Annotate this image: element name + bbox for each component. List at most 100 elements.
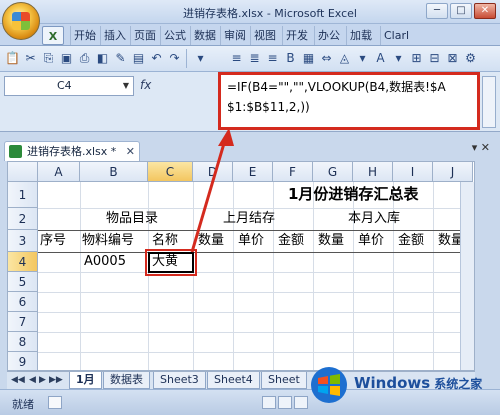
bold-icon[interactable]: B	[282, 50, 299, 67]
prev-sheet-icon[interactable]: ◀	[29, 375, 36, 385]
row-header-4[interactable]: 4	[8, 252, 38, 272]
formula-input[interactable]: =IF(B4="","",VLOOKUP(B4,数据表!$A$1:$B$11,2…	[218, 72, 480, 130]
sheet-tab-sheet4[interactable]: Sheet4	[207, 372, 260, 389]
name-box[interactable]: C4 ▼	[4, 76, 134, 96]
close-button[interactable]: ✕	[474, 3, 496, 19]
gridline	[38, 292, 474, 293]
col-header-g[interactable]: G	[313, 162, 353, 182]
macro-record-icon[interactable]	[48, 396, 62, 409]
toolbar: 📋 ✂ ⎘ ▣ ⎙ ◧ ✎ ▤ ↶ ↷ ▾ ≡ ≣ ≡ B ▦ ⇔ ◬ ▾ A …	[0, 46, 500, 72]
first-sheet-icon[interactable]: ◀◀	[11, 375, 25, 385]
col-header-h[interactable]: H	[353, 162, 393, 182]
cell-e3: 单价	[238, 233, 265, 248]
tab-page[interactable]: 页面	[130, 26, 159, 45]
row-header-7[interactable]: 7	[8, 312, 38, 332]
format-painter-icon[interactable]: ✎	[112, 50, 129, 67]
row-header-9[interactable]: 9	[8, 352, 38, 370]
merge-icon[interactable]: ⇔	[318, 50, 335, 67]
gridline	[433, 182, 434, 370]
align-center-icon[interactable]: ≣	[246, 50, 263, 67]
tab-view[interactable]: 视图	[250, 26, 279, 45]
col-header-j[interactable]: J	[433, 162, 473, 182]
tab-developer[interactable]: 开发	[282, 26, 311, 45]
settings-icon[interactable]: ⚙	[462, 50, 479, 67]
select-all-corner[interactable]	[8, 162, 38, 182]
sheet-tab-data[interactable]: 数据表	[103, 372, 150, 389]
fx-icon[interactable]: fx	[140, 78, 151, 92]
sheet-tab-sheet3[interactable]: Sheet3	[153, 372, 206, 389]
tab-office[interactable]: 办公	[314, 26, 343, 45]
tab-addins[interactable]: 加载	[346, 26, 375, 45]
excel-icon[interactable]: X	[42, 26, 64, 45]
formula-text: =IF(B4="","",VLOOKUP(B4,数据表!$A$1:$B$11,2…	[227, 80, 446, 114]
col-header-i[interactable]: I	[393, 162, 433, 182]
dropdown-icon[interactable]: ▾	[354, 50, 371, 67]
minimize-button[interactable]: ─	[426, 3, 448, 19]
gridline	[313, 182, 314, 370]
cell-c3: 名称	[152, 233, 179, 248]
spreadsheet-grid[interactable]: A B C D E F G H I J 1 2 3 4 5 6 7 8 9 1月…	[7, 161, 475, 371]
office-button[interactable]	[2, 2, 40, 40]
row-header-1[interactable]: 1	[8, 182, 38, 208]
cell-h3: 单价	[358, 233, 385, 248]
row-header-8[interactable]: 8	[8, 332, 38, 352]
page-layout-icon[interactable]	[278, 396, 292, 409]
tab-formulas[interactable]: 公式	[160, 26, 189, 45]
insert-icon[interactable]: ⊟	[426, 50, 443, 67]
border-icon[interactable]: ▦	[300, 50, 317, 67]
print-icon[interactable]: ⎙	[76, 50, 93, 67]
windows-watermark: Windows 系统之家	[298, 360, 498, 410]
preview-icon[interactable]: ◧	[94, 50, 111, 67]
close-icon[interactable]: ✕	[126, 142, 135, 161]
paint-icon[interactable]: ▤	[130, 50, 147, 67]
formula-scroll[interactable]	[482, 76, 496, 128]
tab-clarl[interactable]: Clarl	[380, 26, 412, 45]
gridline	[38, 272, 474, 273]
more-icon[interactable]: ▾	[192, 50, 209, 67]
col-header-e[interactable]: E	[233, 162, 273, 182]
delete-icon[interactable]: ⊠	[444, 50, 461, 67]
status-ready: 就绪	[12, 398, 34, 411]
tab-insert[interactable]: 插入	[100, 26, 129, 45]
undo-icon[interactable]: ↶	[148, 50, 165, 67]
gridline	[193, 182, 194, 370]
watermark-sub: 系统之家	[434, 377, 483, 391]
cut-icon[interactable]: ✂	[22, 50, 39, 67]
chevron-down-icon[interactable]: ▼	[123, 77, 129, 95]
normal-view-icon[interactable]	[262, 396, 276, 409]
cell-b2: 物品目录	[106, 211, 159, 226]
copy-icon[interactable]: ⎘	[40, 50, 57, 67]
col-header-f[interactable]: F	[273, 162, 313, 182]
workbook-controls[interactable]: ▾ ✕	[472, 141, 490, 154]
tab-review[interactable]: 审阅	[220, 26, 249, 45]
title-bar: 进销存表格.xlsx - Microsoft Excel ─ □ ✕	[0, 0, 500, 24]
vertical-scrollbar[interactable]	[460, 182, 474, 370]
maximize-button[interactable]: □	[450, 3, 472, 19]
fill-color-icon[interactable]: ◬	[336, 50, 353, 67]
watermark-brand: Windows	[354, 374, 431, 392]
col-header-b[interactable]: B	[80, 162, 148, 182]
row-header-5[interactable]: 5	[8, 272, 38, 292]
borders-icon[interactable]: ⊞	[408, 50, 425, 67]
cell-d3: 数量	[198, 233, 225, 248]
tab-data[interactable]: 数据	[190, 26, 219, 45]
font-color-icon[interactable]: A	[372, 50, 389, 67]
last-sheet-icon[interactable]: ▶▶	[49, 375, 63, 385]
dropdown-icon[interactable]: ▾	[390, 50, 407, 67]
sheet-tab-jan[interactable]: 1月	[69, 372, 102, 389]
paste-icon[interactable]: 📋	[4, 50, 21, 67]
redo-icon[interactable]: ↷	[166, 50, 183, 67]
align-right-icon[interactable]: ≡	[264, 50, 281, 67]
align-left-icon[interactable]: ≡	[228, 50, 245, 67]
tab-home[interactable]: 开始	[70, 26, 99, 45]
col-header-d[interactable]: D	[193, 162, 233, 182]
row-header-3[interactable]: 3	[8, 230, 38, 252]
next-sheet-icon[interactable]: ▶	[39, 375, 46, 385]
col-header-c[interactable]: C	[148, 162, 193, 182]
row-header-2[interactable]: 2	[8, 208, 38, 230]
row-header-6[interactable]: 6	[8, 292, 38, 312]
save-icon[interactable]: ▣	[58, 50, 75, 67]
cell-b4[interactable]: A0005	[84, 252, 126, 272]
col-header-a[interactable]: A	[38, 162, 80, 182]
workbook-tab[interactable]: 进销存表格.xlsx * ✕	[4, 141, 140, 161]
